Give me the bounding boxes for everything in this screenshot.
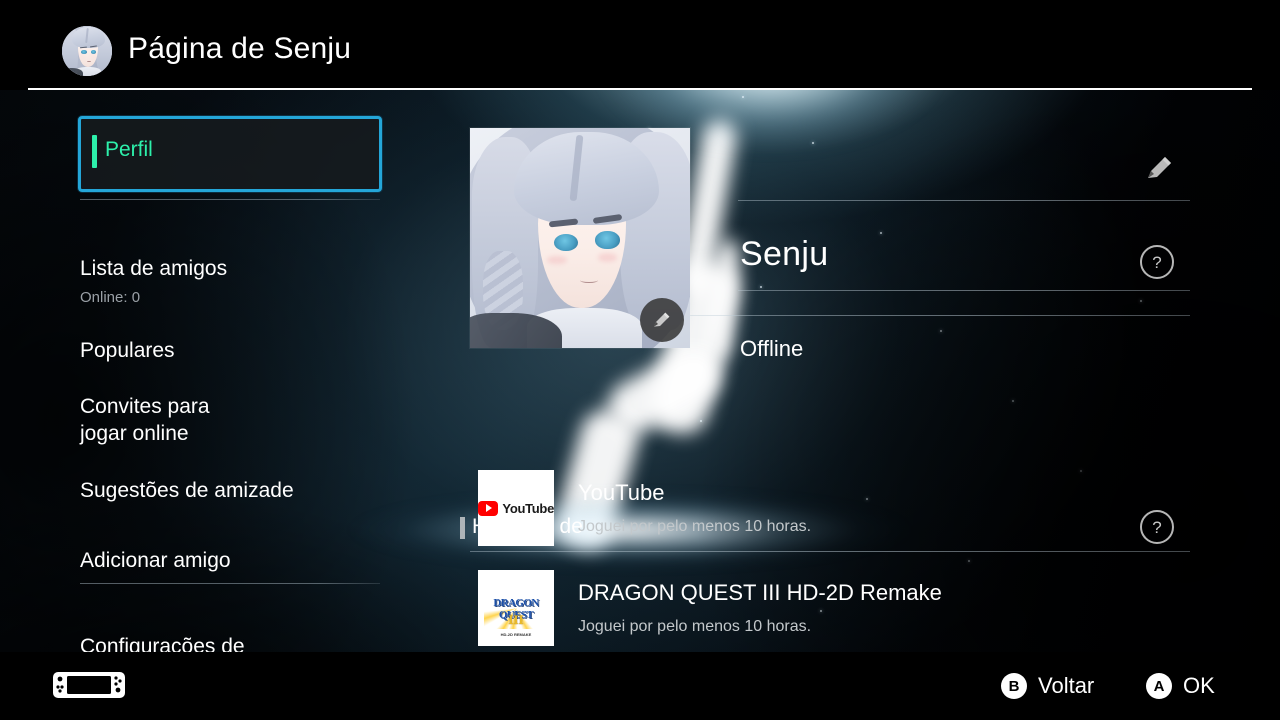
status-bottom-divider	[646, 315, 1190, 316]
sidebar-divider	[80, 583, 380, 584]
history-list-item[interactable]: DRAGON QUEST III HD-2D REMAKE DRAGON QUE…	[468, 568, 1268, 650]
profile-panel: Senju Offline ? de ? YouTube YouTube Jog…	[460, 90, 1280, 650]
dragon-quest-logo: DRAGON QUEST III HD-2D REMAKE	[478, 570, 554, 646]
name-row-top-divider	[738, 200, 1190, 201]
page-header: Página de Senju	[0, 0, 1280, 90]
button-b-icon: B	[1001, 673, 1027, 699]
sidebar-divider	[80, 199, 380, 200]
switch-handheld-icon	[52, 669, 126, 701]
edit-name-button[interactable]	[1142, 150, 1178, 186]
hint-ok-label: OK	[1183, 673, 1215, 698]
history-item-title: YouTube	[578, 480, 665, 505]
switch-profile-page: Página de Senju Perfil Lista de amigos O…	[0, 0, 1280, 720]
dq-logo-tagline: HD-2D REMAKE	[500, 632, 532, 637]
header-avatar	[62, 26, 112, 76]
status-help-button[interactable]: ?	[1140, 245, 1174, 279]
hint-back[interactable]: B Voltar	[1001, 673, 1094, 699]
hint-back-label: Voltar	[1038, 673, 1095, 698]
header-divider	[28, 88, 1252, 90]
sidebar-item-perfil[interactable]: Perfil	[78, 116, 382, 192]
page-title: Página de Senju	[128, 32, 352, 65]
sidebar-item-label: Convites para jogar online	[80, 395, 210, 445]
sidebar-item-label: Perfil	[105, 138, 153, 161]
history-thumbnail: DRAGON QUEST III HD-2D REMAKE	[478, 570, 554, 646]
sidebar-item-convites-para-jogar-online[interactable]: Convites para jogar online	[80, 366, 380, 447]
name-status-divider	[738, 290, 1190, 291]
hint-ok[interactable]: A OK	[1146, 673, 1215, 699]
profile-name: Senju	[740, 235, 829, 273]
button-a-icon: A	[1146, 673, 1172, 699]
pencil-icon	[654, 312, 670, 327]
sidebar-item-populares[interactable]: Populares	[80, 310, 380, 364]
history-item-subtitle: Joguei por pelo menos 10 horas.	[578, 518, 812, 535]
dq-logo-numeral: III	[508, 612, 524, 628]
section-accent-tick	[460, 517, 465, 539]
sidebar-item-label: Sugestões de amizade	[80, 479, 294, 502]
youtube-logo: YouTube	[478, 470, 554, 546]
selection-accent-bar	[92, 135, 97, 168]
sidebar-item-label: Adicionar amigo	[80, 549, 231, 572]
history-list-item[interactable]: YouTube YouTube Joguei por pelo menos 10…	[468, 468, 1268, 568]
pencil-icon	[1148, 157, 1171, 178]
edit-avatar-button[interactable]	[640, 298, 684, 342]
question-mark-icon: ?	[1140, 245, 1174, 279]
sidebar-item-sugestoes-de-amizade[interactable]: Sugestões de amizade	[80, 450, 380, 504]
history-item-title: DRAGON QUEST III HD-2D Remake	[578, 580, 942, 605]
sidebar-item-sublabel: Online: 0	[80, 289, 141, 306]
history-item-subtitle: Joguei por pelo menos 10 horas.	[578, 618, 812, 635]
sidebar-item-label: Lista de amigos	[80, 257, 228, 280]
history-thumbnail: YouTube	[478, 470, 554, 546]
sidebar-item-label: Populares	[80, 339, 175, 362]
sidebar-item-adicionar-amigo[interactable]: Adicionar amigo	[80, 520, 380, 574]
status-text: Offline	[740, 336, 804, 361]
sidebar-nav: Perfil Lista de amigos Online: 0 Popular…	[0, 90, 420, 685]
